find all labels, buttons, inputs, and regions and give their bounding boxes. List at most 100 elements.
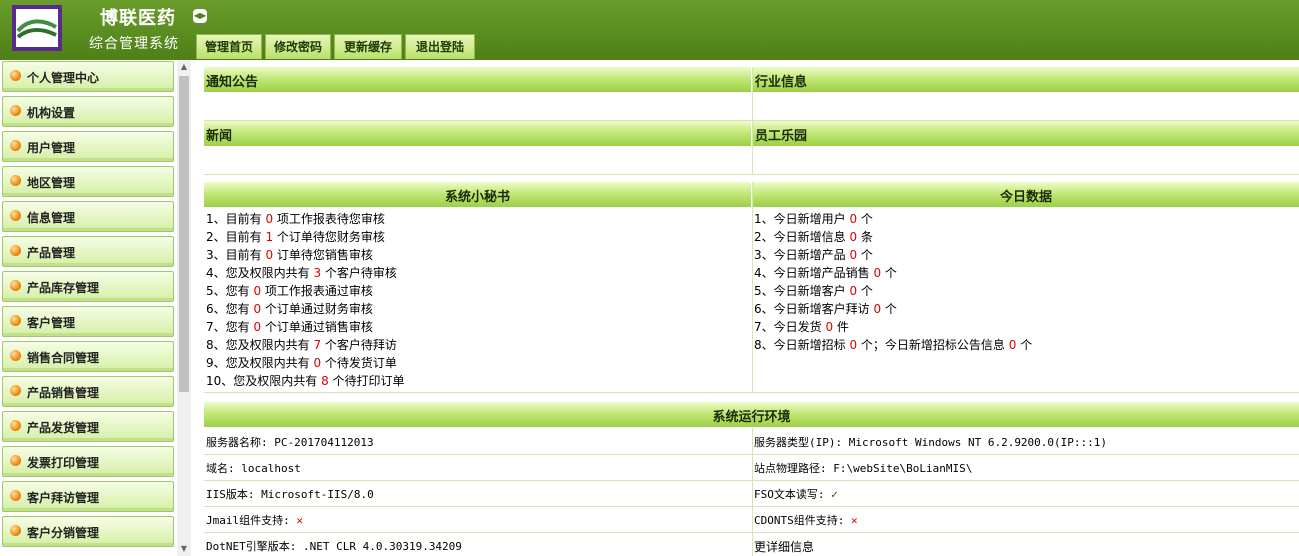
list-text: 4、您及权限内共有 xyxy=(206,266,314,280)
list-text: 5、您有 xyxy=(206,284,254,298)
column-divider xyxy=(752,428,753,556)
secretary-title: 系统小秘书 xyxy=(444,190,510,205)
list-text: 个 xyxy=(881,266,897,280)
sidebar-item-sales[interactable]: 产品销售管理 xyxy=(2,376,174,407)
count-value: 0 xyxy=(849,248,858,262)
sidebar-item-label: 客户分销管理 xyxy=(27,526,100,540)
sidebar-item-customer-visits[interactable]: 客户拜访管理 xyxy=(2,481,174,512)
list-text: 个 xyxy=(857,212,873,226)
count-value: 0 xyxy=(873,266,882,280)
sidebar-item-information[interactable]: 信息管理 xyxy=(2,201,174,232)
count-value: 0 xyxy=(265,212,274,226)
today-header: 今日数据 xyxy=(753,182,1299,207)
list-item: 8、今日新增招标 0 个；今日新增招标公告信息 0 个 xyxy=(754,336,1032,354)
industry-header: 行业信息 xyxy=(753,67,1299,92)
news-title: 新闻 xyxy=(206,129,233,144)
count-value: 7 xyxy=(313,338,322,352)
list-item: 4、今日新增产品销售 0 个 xyxy=(754,264,897,282)
sidebar-item-inventory[interactable]: 产品库存管理 xyxy=(2,271,174,302)
list-text: 7、您有 xyxy=(206,320,254,334)
list-text: 5、今日新增客户 xyxy=(754,284,850,298)
bullet-icon xyxy=(10,210,21,221)
tab-home[interactable]: 管理首页 xyxy=(196,34,262,59)
sidebar-item-users[interactable]: 用户管理 xyxy=(2,131,174,162)
list-text: 个客户待拜访 xyxy=(321,338,397,352)
more-info-link[interactable]: 更详细信息 xyxy=(754,538,814,555)
count-value: 0 xyxy=(849,284,858,298)
list-item: 6、今日新增客户拜访 0 个 xyxy=(754,300,897,318)
secretary-header: 系统小秘书 xyxy=(204,182,751,207)
scroll-down-arrow-icon[interactable]: ▼ xyxy=(177,542,191,556)
list-text: 个 xyxy=(881,302,897,316)
list-text: 个；今日新增招标公告信息 xyxy=(857,338,1009,352)
sidebar-scrollbar[interactable]: ▲ ▼ xyxy=(177,60,191,556)
list-text: 7、今日发货 xyxy=(754,320,826,334)
list-text: 订单待您销售审核 xyxy=(273,248,373,262)
list-text: 个 xyxy=(857,248,873,262)
scroll-up-arrow-icon[interactable]: ▲ xyxy=(177,60,191,74)
today-title: 今日数据 xyxy=(999,190,1052,205)
list-text: 2、目前有 xyxy=(206,230,266,244)
list-item: 5、您有 0 项工作报表通过审核 xyxy=(206,282,373,300)
list-text: 3、目前有 xyxy=(206,248,266,262)
bullet-icon xyxy=(10,455,21,466)
list-text: 4、今日新增产品销售 xyxy=(754,266,874,280)
list-text: 项工作报表待您审核 xyxy=(273,212,385,226)
list-item: 7、您有 0 个订单通过销售审核 xyxy=(206,318,373,336)
jmail-support: Jmail组件支持: ✕ xyxy=(206,514,303,527)
sidebar-item-regions[interactable]: 地区管理 xyxy=(2,166,174,197)
list-text: 个订单通过销售审核 xyxy=(261,320,373,334)
list-item: 1、目前有 0 项工作报表待您审核 xyxy=(206,210,385,228)
check-icon: ✓ xyxy=(831,488,838,501)
sidebar-item-label: 产品发货管理 xyxy=(27,421,100,435)
iis-version: IIS版本: Microsoft-IIS/8.0 xyxy=(206,488,374,501)
bullet-icon xyxy=(10,70,21,81)
company-name: 博联医药 xyxy=(100,8,176,29)
sidebar-item-contracts[interactable]: 销售合同管理 xyxy=(2,341,174,372)
count-value: 0 xyxy=(253,302,262,316)
count-value: 3 xyxy=(313,266,322,280)
scroll-thumb[interactable] xyxy=(179,76,189,392)
list-text: 个订单通过财务审核 xyxy=(261,302,373,316)
sidebar-item-customers[interactable]: 客户管理 xyxy=(2,306,174,337)
bullet-icon xyxy=(10,490,21,501)
list-item: 3、目前有 0 订单待您销售审核 xyxy=(206,246,373,264)
list-item: 7、今日发货 0 件 xyxy=(754,318,849,336)
sidebar-item-label: 产品库存管理 xyxy=(27,281,100,295)
list-item: 2、今日新增信息 0 条 xyxy=(754,228,873,246)
count-value: 0 xyxy=(849,212,858,226)
sidebar-menu: 个人管理中心 机构设置 用户管理 地区管理 信息管理 产品管理 产品库存管理 客… xyxy=(0,60,177,556)
server-type: 服务器类型(IP): Microsoft Windows NT 6.2.9200… xyxy=(754,436,1108,449)
section-divider xyxy=(204,392,1299,393)
sidebar-item-organization[interactable]: 机构设置 xyxy=(2,96,174,127)
sidebar-item-label: 信息管理 xyxy=(27,211,76,225)
count-value: 0 xyxy=(873,302,882,316)
sidebar-item-shipping[interactable]: 产品发货管理 xyxy=(2,411,174,442)
list-text: 1、今日新增用户 xyxy=(754,212,850,226)
list-text: 6、今日新增客户拜访 xyxy=(754,302,874,316)
header-bar: 博联医药 ◀▶ 综合管理系统 管理首页 修改密码 更新缓存 退出登陆 xyxy=(0,0,1299,60)
list-item: 6、您有 0 个订单通过财务审核 xyxy=(206,300,373,318)
tab-change-password[interactable]: 修改密码 xyxy=(265,34,331,59)
count-value: 0 xyxy=(265,248,274,262)
sidebar-item-invoice-print[interactable]: 发票打印管理 xyxy=(2,446,174,477)
collapse-toggle-icon[interactable]: ◀▶ xyxy=(193,9,207,23)
sidebar-item-personal-center[interactable]: 个人管理中心 xyxy=(2,61,174,92)
sidebar-item-label: 客户管理 xyxy=(27,316,76,330)
bullet-icon xyxy=(10,245,21,256)
sidebar-item-label: 销售合同管理 xyxy=(27,351,100,365)
sidebar-item-distribution[interactable]: 客户分销管理 xyxy=(2,516,174,547)
server-name: 服务器名称: PC-201704112013 xyxy=(206,436,374,449)
sidebar-item-label: 客户拜访管理 xyxy=(27,491,100,505)
bullet-icon xyxy=(10,140,21,151)
list-item: 5、今日新增客户 0 个 xyxy=(754,282,873,300)
tab-logout[interactable]: 退出登陆 xyxy=(405,34,475,59)
count-value: 0 xyxy=(253,320,262,334)
cdonts-support: CDONTS组件支持: ✕ xyxy=(754,514,858,527)
sidebar-item-label: 产品管理 xyxy=(27,246,76,260)
sidebar-item-products[interactable]: 产品管理 xyxy=(2,236,174,267)
tab-refresh-cache[interactable]: 更新缓存 xyxy=(334,34,402,59)
cross-icon: ✕ xyxy=(850,514,858,527)
list-text: 6、您有 xyxy=(206,302,254,316)
count-value: 0 xyxy=(849,338,858,352)
